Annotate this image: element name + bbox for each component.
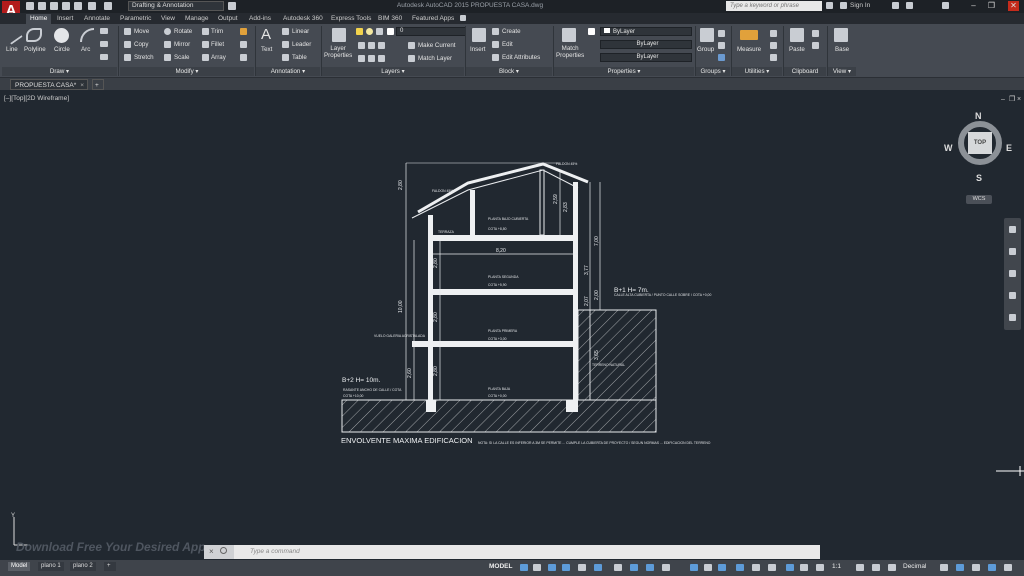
label-rasante: RASANTE ANCHO DE CALLE / COTA bbox=[343, 388, 402, 392]
3d-osnap-icon[interactable] bbox=[718, 564, 726, 571]
dim-floor1: 2,80 bbox=[433, 312, 439, 322]
label-nota: NOTA: SI LA CALLE ES INFERIOR A 3M SE PE… bbox=[478, 441, 711, 445]
annotation-scale[interactable]: 1:1 bbox=[832, 563, 841, 570]
note-b2: B+2 H= 10m. bbox=[342, 377, 380, 384]
dim-right4: 3,65 bbox=[594, 350, 600, 360]
isolate-objects-icon[interactable] bbox=[972, 564, 980, 571]
ortho-icon[interactable] bbox=[578, 564, 586, 571]
add-layout-button[interactable]: + bbox=[104, 562, 116, 571]
dim-attic2: 2,83 bbox=[563, 202, 569, 212]
label-faldon-left: FALDON 45% bbox=[432, 189, 453, 193]
left-footing bbox=[426, 400, 436, 412]
dim-left-ground: 2,60 bbox=[407, 368, 413, 378]
right-wall bbox=[573, 182, 578, 400]
attic-slab bbox=[428, 235, 578, 241]
layout-tab-plano-2[interactable]: plano 2 bbox=[70, 562, 96, 571]
second-floor-slab bbox=[428, 289, 578, 295]
watermark-text: Download Free Your Desired App bbox=[16, 540, 206, 554]
label-planta-baja: PLANTA BAJA bbox=[488, 387, 511, 391]
attic-post bbox=[539, 169, 545, 236]
quick-properties-icon[interactable] bbox=[940, 564, 948, 571]
clean-screen-icon[interactable] bbox=[1004, 564, 1012, 571]
dim-right1: 3,77 bbox=[584, 265, 590, 275]
selection-filter-icon[interactable] bbox=[752, 564, 760, 571]
label-cota-1: COTA +8,80 bbox=[488, 227, 507, 231]
command-input[interactable]: Type a command bbox=[250, 548, 300, 555]
dim-roof-right: 7,00 bbox=[594, 236, 600, 246]
dim-total: 10,00 bbox=[398, 300, 404, 313]
layout-tab-plano-1[interactable]: plano 1 bbox=[38, 562, 64, 571]
lineweight-icon[interactable] bbox=[662, 564, 670, 571]
label-planta-segunda: PLANTA SEGUNDA bbox=[488, 275, 519, 279]
polar-icon[interactable] bbox=[594, 564, 602, 571]
ground-hatch bbox=[341, 399, 657, 433]
workspace-switch-icon[interactable] bbox=[856, 564, 864, 571]
dim-right3: 2,07 bbox=[584, 296, 590, 306]
label-cota-5: COTA +10,00 bbox=[343, 394, 363, 398]
label-cota-3: COTA +3,00 bbox=[488, 337, 507, 341]
annotation-scale-icon[interactable] bbox=[816, 564, 824, 571]
svg-text:Y: Y bbox=[11, 513, 15, 519]
autoscale-icon[interactable] bbox=[800, 564, 808, 571]
lock-ui-icon[interactable] bbox=[956, 564, 964, 571]
transparency-icon[interactable] bbox=[690, 564, 698, 571]
dim-floor2: 2,80 bbox=[433, 258, 439, 268]
layout-tab-model[interactable]: Model bbox=[8, 562, 31, 571]
dim-width: 8,20 bbox=[496, 248, 506, 254]
label-vuelo: VUELO GALERIA ACRISTALADA bbox=[374, 334, 426, 338]
label-terreno: TERRENO NATURAL bbox=[592, 363, 625, 367]
first-floor-slab bbox=[412, 341, 578, 347]
section-drawing: 2,80 10,00 2,80 2,80 2,80 2,60 2,59 2,83… bbox=[341, 162, 1024, 476]
dynamic-ucs-icon[interactable] bbox=[736, 564, 744, 571]
grid-icon[interactable] bbox=[520, 564, 528, 571]
label-planta-bajo-cubierta: PLANTA BAJO CUBIERTA bbox=[488, 217, 529, 221]
dim-attic: 2,59 bbox=[553, 194, 559, 204]
label-cota-2: COTA +5,90 bbox=[488, 283, 507, 287]
model-space-toggle[interactable]: MODEL bbox=[489, 563, 512, 570]
dim-right2: 2,00 bbox=[594, 290, 600, 300]
note-b1: B+1 H= 7m. bbox=[614, 287, 649, 294]
label-terraza: TERRAZA bbox=[438, 230, 455, 234]
gizmo-icon[interactable] bbox=[768, 564, 776, 571]
infer-icon[interactable] bbox=[548, 564, 556, 571]
object-snap-icon[interactable] bbox=[646, 564, 654, 571]
dynamic-input-icon[interactable] bbox=[562, 564, 570, 571]
label-faldon-right: FALDON 45% bbox=[556, 162, 577, 166]
snap-icon[interactable] bbox=[533, 564, 541, 571]
dim-roof: 2,80 bbox=[398, 180, 404, 190]
selection-cycling-icon[interactable] bbox=[704, 564, 712, 571]
isodraft-icon[interactable] bbox=[614, 564, 622, 571]
label-cota-4: COTA +0,00 bbox=[488, 394, 507, 398]
object-snap-tracking-icon[interactable] bbox=[630, 564, 638, 571]
dim-ground: 2,80 bbox=[433, 366, 439, 376]
customize-command-icon[interactable] bbox=[220, 547, 227, 554]
annotation-monitor-icon[interactable] bbox=[872, 564, 880, 571]
graphics-performance-icon[interactable] bbox=[988, 564, 996, 571]
label-planta-primera: PLANTA PRIMERA bbox=[488, 329, 518, 333]
drawing-title: ENVOLVENTE MAXIMA EDIFICACION bbox=[341, 436, 473, 445]
right-footing bbox=[566, 400, 578, 412]
units-value[interactable]: Decimal bbox=[903, 563, 926, 570]
annotation-visibility-icon[interactable] bbox=[786, 564, 794, 571]
units-icon[interactable] bbox=[888, 564, 896, 571]
close-command-icon[interactable]: × bbox=[209, 547, 214, 556]
attic-wall bbox=[470, 190, 475, 235]
command-line-buttons: × bbox=[204, 545, 234, 559]
